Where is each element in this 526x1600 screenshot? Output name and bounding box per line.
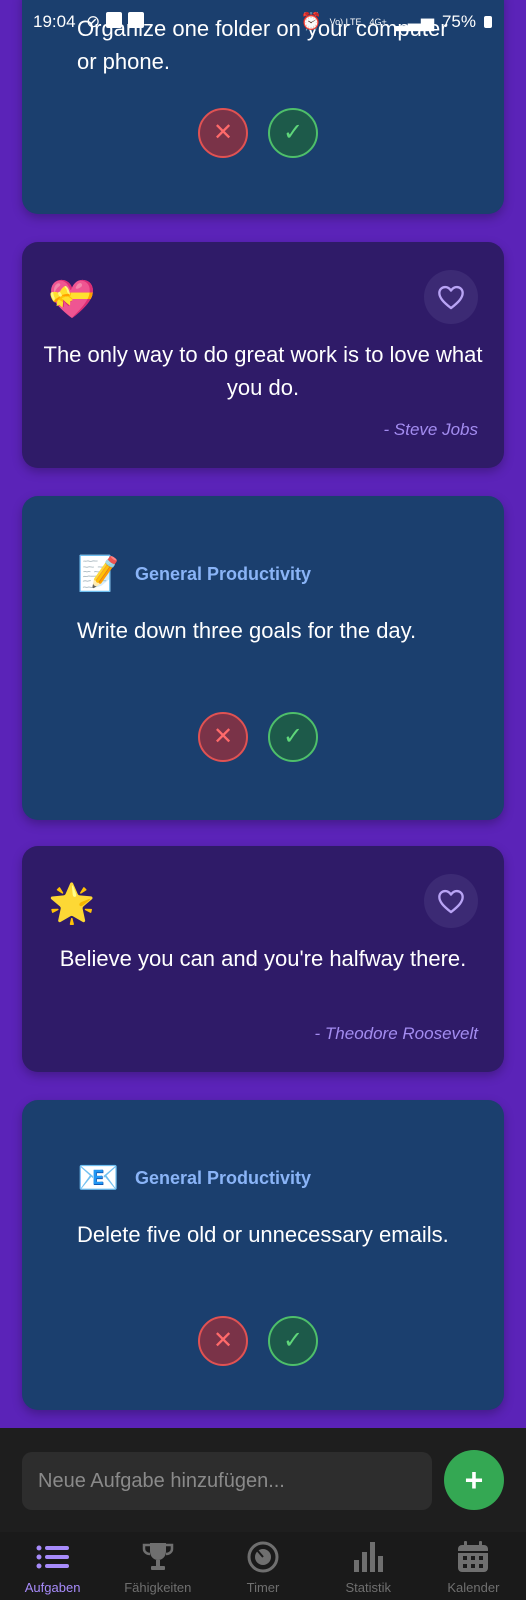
category-label: General Productivity <box>135 563 312 584</box>
nav-label: Kalender <box>447 1580 500 1595</box>
close-icon: ✕ <box>212 723 234 750</box>
list-icon <box>33 1540 73 1574</box>
quote-card-jobs: 💝 The only way to do great work is to lo… <box>22 242 504 468</box>
nav-timer[interactable]: Timer <box>210 1532 315 1600</box>
favorite-button[interactable] <box>424 874 478 928</box>
email-icon: 📧 <box>77 1159 120 1197</box>
category-row: 📧 General Productivity <box>77 1158 311 1198</box>
heart-icon <box>438 889 464 914</box>
nav-calendar[interactable]: Kalender <box>421 1532 526 1600</box>
task-actions: ✕ ✓ <box>198 712 318 762</box>
add-task-button[interactable]: + <box>444 1450 504 1510</box>
quote-author: - Steve Jobs <box>383 420 479 439</box>
nav-stats[interactable]: Statistik <box>316 1532 421 1600</box>
heart-gift-icon: 💝 <box>48 279 96 321</box>
check-icon: ✓ <box>282 723 304 750</box>
quote-author: - Theodore Roosevelt <box>314 1024 478 1043</box>
task-card-emails: 📧 General Productivity Delete five old o… <box>22 1100 504 1410</box>
bottom-nav: Aufgaben Fähigkeiten Timer Statistik Kal… <box>0 1532 526 1600</box>
message-notification-icon <box>128 12 145 28</box>
heart-icon <box>438 285 464 310</box>
task-text: Delete five old or unnecessary emails. <box>77 1222 449 1247</box>
nav-label: Fähigkeiten <box>124 1580 192 1595</box>
battery-percent: 75% <box>441 12 476 31</box>
nav-skills[interactable]: Fähigkeiten <box>105 1532 210 1600</box>
signal-icon: ▂▃▅ <box>394 12 434 31</box>
task-card-goals: 📝 General Productivity Write down three … <box>22 496 504 820</box>
status-time: 19:04 <box>33 12 76 31</box>
task-actions: ✕ ✓ <box>198 1316 318 1366</box>
reject-button[interactable]: ✕ <box>198 712 248 762</box>
alarm-icon: ⏰ <box>300 12 322 31</box>
nav-label: Aufgaben <box>24 1580 81 1595</box>
quote-text: The only way to do great work is to love… <box>43 342 483 400</box>
wifi-off-icon: ⊘ <box>86 12 101 31</box>
battery-icon <box>484 16 492 28</box>
check-icon: ✓ <box>282 119 304 146</box>
nav-label: Statistik <box>345 1580 391 1595</box>
task-actions: ✕ ✓ <box>198 108 318 158</box>
calendar-icon <box>453 1540 493 1574</box>
reject-button[interactable]: ✕ <box>198 1316 248 1366</box>
notification-icons: ⊘ <box>86 12 145 32</box>
quote-card-roosevelt: 🌟 Believe you can and you're halfway the… <box>22 846 504 1072</box>
category-label: General Productivity <box>135 1167 312 1188</box>
star-icon: 🌟 <box>48 883 96 925</box>
accept-button[interactable]: ✓ <box>268 712 318 762</box>
accept-button[interactable]: ✓ <box>268 108 318 158</box>
memo-icon: 📝 <box>77 555 120 593</box>
system-icons: ⏰ Vo) LTE 4G+ ▂▃▅ 75% <box>300 12 492 32</box>
nav-label: Timer <box>246 1580 280 1595</box>
plus-icon: + <box>464 1461 484 1498</box>
task-text: Write down three goals for the day. <box>77 618 417 643</box>
timer-icon <box>243 1540 283 1574</box>
accept-button[interactable]: ✓ <box>268 1316 318 1366</box>
category-row: 📝 General Productivity <box>77 554 311 594</box>
status-bar: 19:04 ⊘ ⏰ Vo) LTE 4G+ ▂▃▅ 75% <box>0 0 526 40</box>
trophy-icon <box>138 1540 178 1574</box>
app-notification-icon <box>106 12 123 28</box>
close-icon: ✕ <box>212 1327 234 1354</box>
new-task-bar: + <box>0 1428 526 1532</box>
network-label-2: 4G+ <box>369 17 387 27</box>
close-icon: ✕ <box>212 119 234 146</box>
quote-text: Believe you can and you're halfway there… <box>59 946 467 971</box>
nav-tasks[interactable]: Aufgaben <box>0 1532 105 1600</box>
new-task-input[interactable] <box>22 1452 432 1510</box>
network-label-1: Vo) LTE <box>329 17 362 27</box>
check-icon: ✓ <box>282 1327 304 1354</box>
favorite-button[interactable] <box>424 270 478 324</box>
bar-chart-icon <box>348 1540 388 1574</box>
reject-button[interactable]: ✕ <box>198 108 248 158</box>
